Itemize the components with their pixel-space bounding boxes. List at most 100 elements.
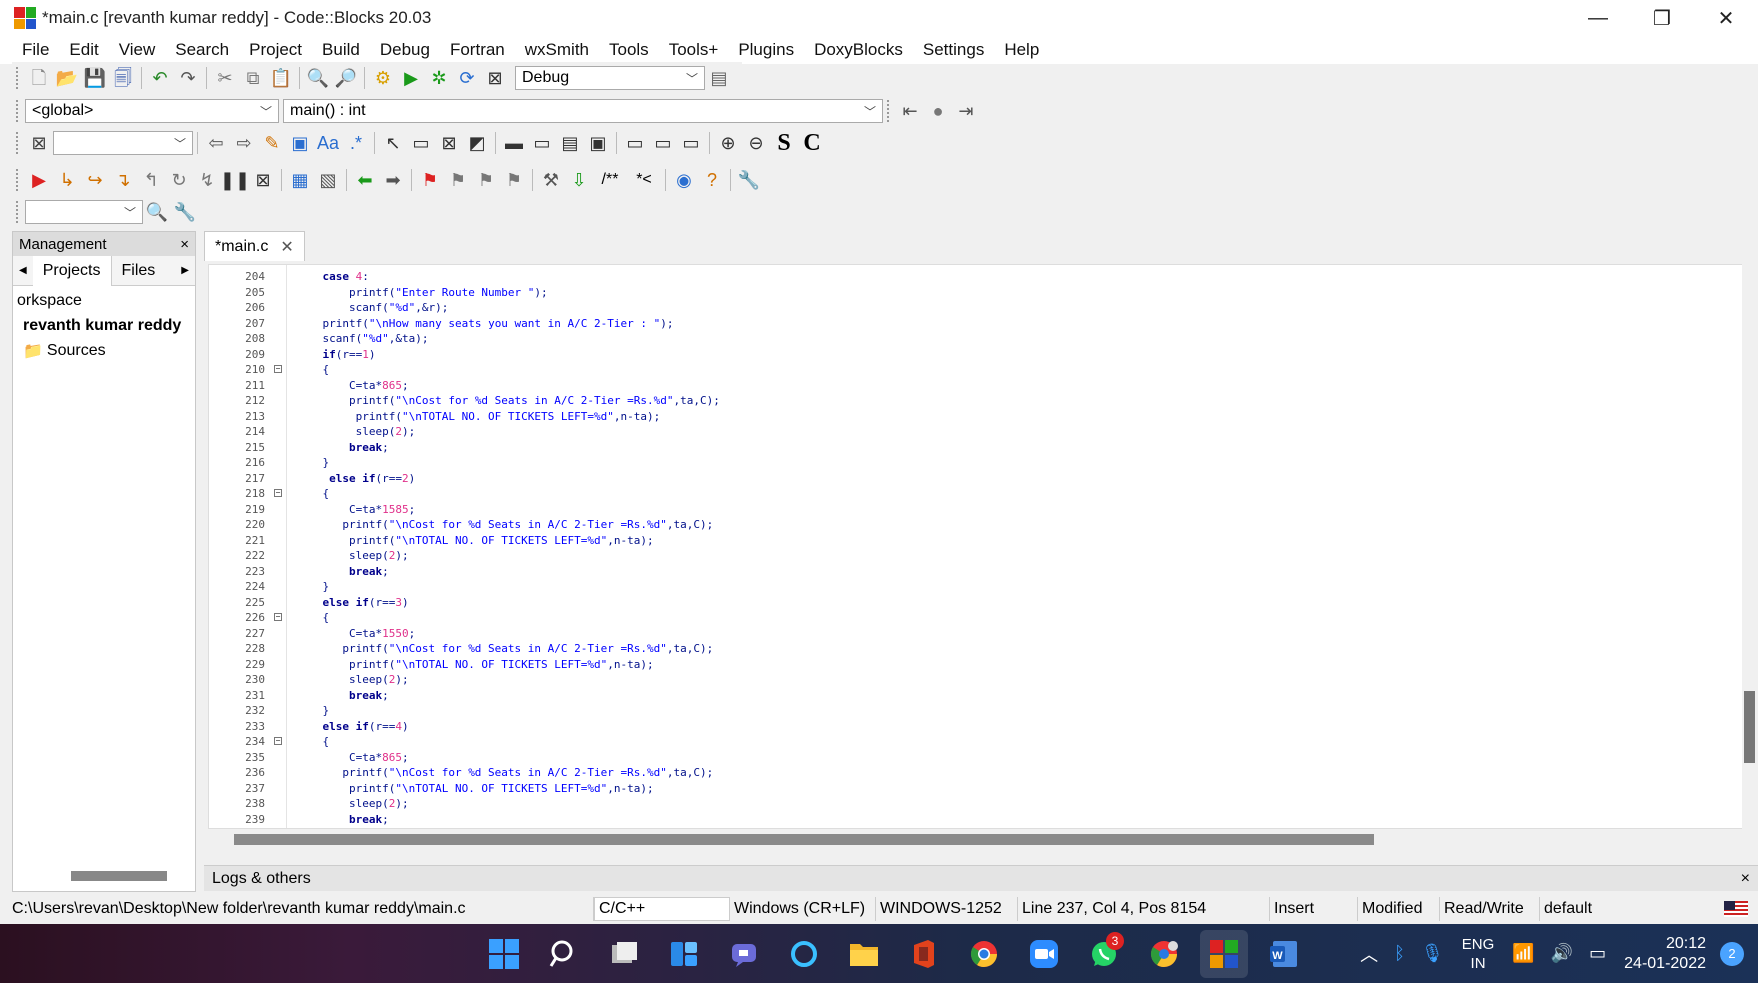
chm-help-icon[interactable]: ?: [700, 168, 724, 192]
code-line[interactable]: 212 printf("\nCost for %d Seats in A/C 2…: [209, 393, 1747, 409]
next-bookmark-icon[interactable]: ➡: [381, 168, 405, 192]
close-button[interactable]: ✕: [1694, 0, 1758, 36]
zoom-icon[interactable]: [1020, 930, 1068, 978]
menu-wxsmith[interactable]: wxSmith: [525, 40, 589, 60]
start-windows-icon[interactable]: [480, 930, 528, 978]
bluetooth-icon[interactable]: ᛒ: [1394, 943, 1405, 964]
layout-4-icon[interactable]: ▣: [586, 131, 610, 155]
bookmark-prev-flag-icon[interactable]: ⚑: [446, 168, 470, 192]
code-line[interactable]: 215 break;: [209, 440, 1747, 456]
code-line[interactable]: 219 C=ta*1585;: [209, 502, 1747, 518]
build-and-run-icon[interactable]: ✲: [427, 66, 451, 90]
menu-plugins[interactable]: Plugins: [738, 40, 794, 60]
open-file-icon[interactable]: 📂: [55, 66, 79, 90]
arrow-right-icon[interactable]: ⇨: [232, 131, 256, 155]
border-2-icon[interactable]: ▭: [651, 131, 675, 155]
prev-bookmark-icon[interactable]: ⬅: [353, 168, 377, 192]
menu-debug[interactable]: Debug: [380, 40, 430, 60]
code-line[interactable]: 234 − {: [209, 734, 1747, 750]
html-docs-icon[interactable]: ◉: [672, 168, 696, 192]
code-line[interactable]: 236 printf("\nCost for %d Seats in A/C 2…: [209, 765, 1747, 781]
toolbar-grip[interactable]: [16, 169, 21, 191]
find-icon[interactable]: 🔍: [306, 66, 330, 90]
management-close-icon[interactable]: ×: [180, 236, 189, 253]
task-view-icon[interactable]: [600, 930, 648, 978]
function-select[interactable]: main() : int ﹀: [283, 99, 883, 123]
code-line[interactable]: 239 break;: [209, 812, 1747, 828]
save-icon[interactable]: 💾: [83, 66, 107, 90]
code-line[interactable]: 233 else if(r==4): [209, 719, 1747, 735]
copy-icon[interactable]: ⧉: [241, 66, 265, 90]
build-target-select[interactable]: Debug ﹀: [515, 66, 705, 90]
pause-icon[interactable]: ❚❚: [220, 168, 250, 192]
jump-dot-icon[interactable]: ●: [926, 99, 950, 123]
teams-chat-icon[interactable]: [720, 930, 768, 978]
menu-file[interactable]: File: [22, 40, 49, 60]
toolbar-grip[interactable]: [887, 100, 892, 122]
save-all-icon[interactable]: 🗐: [111, 66, 135, 90]
code-line[interactable]: 220 printf("\nCost for %d Seats in A/C 2…: [209, 517, 1747, 533]
office-icon[interactable]: [900, 930, 948, 978]
small-select[interactable]: ﹀: [25, 200, 143, 224]
menu-view[interactable]: View: [119, 40, 156, 60]
menu-edit[interactable]: Edit: [69, 40, 98, 60]
chevron-up-icon[interactable]: ︿: [1360, 941, 1378, 967]
editor-hscrollbar[interactable]: [234, 834, 1374, 845]
toggle-bookmark-icon[interactable]: ⚑: [418, 168, 442, 192]
debug-start-icon[interactable]: ▶: [27, 168, 51, 192]
management-hscrollbar[interactable]: [71, 871, 167, 881]
code-line[interactable]: 224 }: [209, 579, 1747, 595]
incremental-search-input[interactable]: ﹀: [53, 131, 193, 155]
fold-toggle-icon[interactable]: −: [274, 737, 282, 745]
run-icon[interactable]: ▶: [399, 66, 423, 90]
doxy-line-comment-button[interactable]: *<: [629, 168, 659, 192]
new-file-icon[interactable]: 🗋: [27, 66, 51, 90]
widgets-icon[interactable]: [660, 930, 708, 978]
toolbar-grip[interactable]: [16, 100, 21, 122]
code-line[interactable]: 205 printf("Enter Route Number ");: [209, 285, 1747, 301]
code-line[interactable]: 225 else if(r==3): [209, 595, 1747, 611]
settings-wrench-icon[interactable]: 🔧: [173, 200, 197, 224]
code-line[interactable]: 230 sleep(2);: [209, 672, 1747, 688]
debug-info-icon[interactable]: ▧: [316, 168, 340, 192]
editor-vscroll-thumb[interactable]: [1744, 691, 1755, 763]
jump-forward-icon[interactable]: ⇥: [954, 99, 978, 123]
code-line[interactable]: 222 sleep(2);: [209, 548, 1747, 564]
code-line[interactable]: 232 }: [209, 703, 1747, 719]
pointer-icon[interactable]: ↖: [381, 131, 405, 155]
scope-select[interactable]: <global> ﹀: [25, 99, 279, 123]
match-case-icon[interactable]: Aa: [316, 131, 340, 155]
tabs-scroll-left-icon[interactable]: ◀: [13, 265, 33, 276]
code-line[interactable]: 208 scanf("%d",&ta);: [209, 331, 1747, 347]
border-1-icon[interactable]: ▭: [623, 131, 647, 155]
bold-s-button[interactable]: S: [772, 131, 796, 155]
layout-3-icon[interactable]: ▤: [558, 131, 582, 155]
code-line[interactable]: 231 break;: [209, 688, 1747, 704]
search-doc-icon[interactable]: 🔍: [145, 200, 169, 224]
search-icon[interactable]: [540, 930, 588, 978]
wifi-icon[interactable]: 📶: [1512, 943, 1534, 964]
next-line-icon[interactable]: ↪: [83, 168, 107, 192]
code-line[interactable]: 227 C=ta*1550;: [209, 626, 1747, 642]
build-gear-icon[interactable]: ⚙: [371, 66, 395, 90]
abort-icon[interactable]: ⊠: [483, 66, 507, 90]
file-explorer-icon[interactable]: [840, 930, 888, 978]
code-line[interactable]: 213 printf("\nTOTAL NO. OF TICKETS LEFT=…: [209, 409, 1747, 425]
paste-icon[interactable]: 📋: [269, 66, 293, 90]
zoom-in-icon[interactable]: ⊕: [716, 131, 740, 155]
menu-help[interactable]: Help: [1004, 40, 1039, 60]
panel-icon[interactable]: ▭: [409, 131, 433, 155]
tab-main-c[interactable]: *main.c ✕: [204, 231, 305, 261]
zoom-out-icon[interactable]: ⊖: [744, 131, 768, 155]
menu-search[interactable]: Search: [175, 40, 229, 60]
bold-c-button[interactable]: C: [800, 131, 824, 155]
volume-icon[interactable]: 🔊: [1551, 943, 1573, 964]
fold-toggle-icon[interactable]: −: [274, 613, 282, 621]
tabs-scroll-right-icon[interactable]: ▶: [175, 265, 195, 276]
sizer-grid-icon[interactable]: ◩: [465, 131, 489, 155]
code-line[interactable]: 204 case 4:: [209, 269, 1747, 285]
toolbar-grip[interactable]: [16, 132, 21, 154]
menu-project[interactable]: Project: [249, 40, 302, 60]
menu-tools-plus[interactable]: Tools+: [669, 40, 719, 60]
code-line[interactable]: 229 printf("\nTOTAL NO. OF TICKETS LEFT=…: [209, 657, 1747, 673]
